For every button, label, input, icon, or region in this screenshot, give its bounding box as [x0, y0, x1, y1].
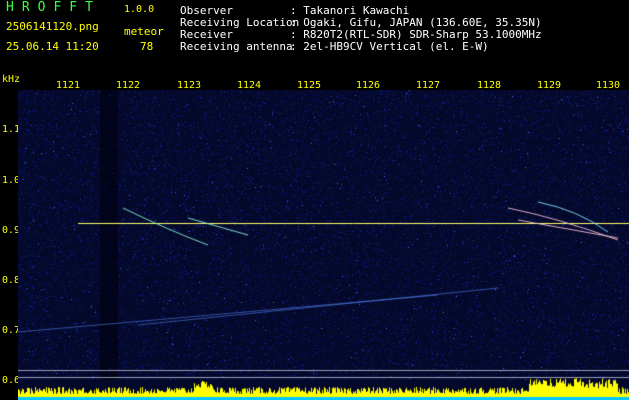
image-filename: 2506141120.png	[6, 20, 99, 33]
capture-datetime: 25.06.14 11:20	[6, 40, 99, 53]
meteor-count-label: meteor	[124, 25, 164, 38]
antenna-label: Receiving antenna	[180, 40, 293, 53]
meteor-count-value: 78	[140, 40, 154, 53]
header-panel: HROFFT 1.0.0 2506141120.png 25.06.14 11:…	[0, 0, 629, 72]
app-version: 1.0.0	[124, 4, 155, 15]
y-axis-unit: kHz	[2, 74, 21, 85]
spectrogram-canvas	[18, 90, 629, 400]
antenna-value: : 2el-HB9CV Vertical (el. E-W)	[290, 40, 489, 53]
app-title: HROFFT	[6, 0, 101, 15]
